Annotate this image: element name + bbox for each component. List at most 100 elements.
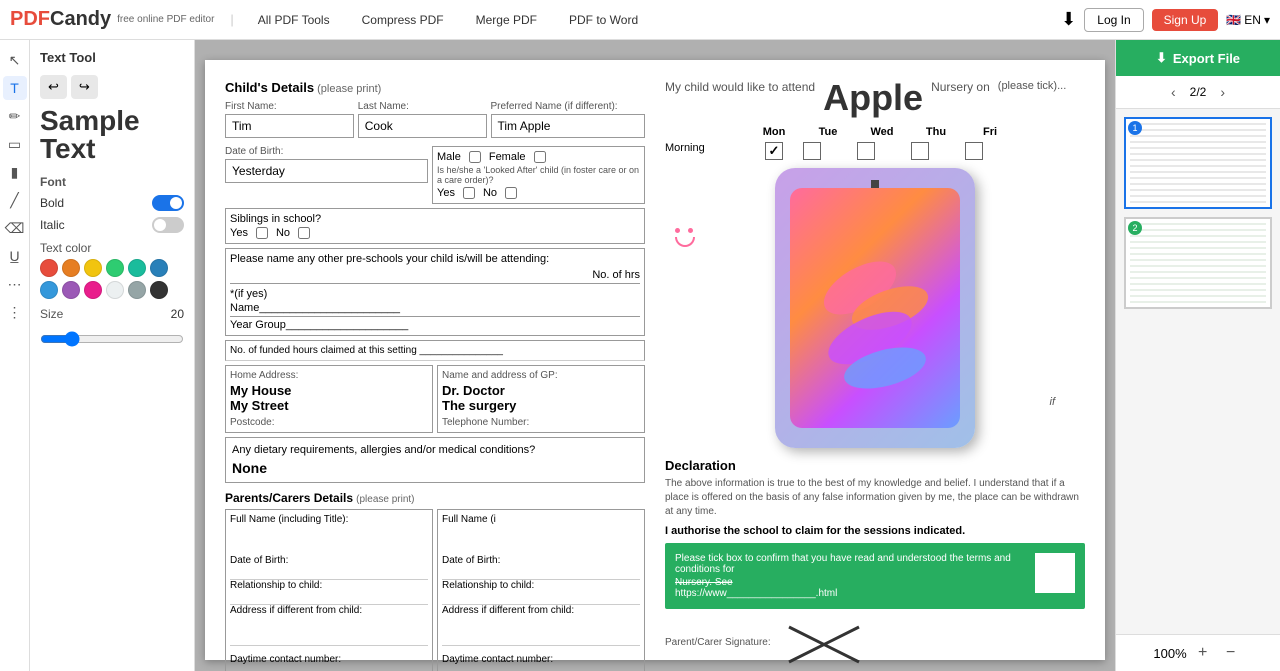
male-checkbox[interactable] <box>469 151 481 163</box>
size-row: Size 20 <box>40 307 184 321</box>
color-swatch-green[interactable] <box>106 259 124 277</box>
color-swatch-black[interactable] <box>150 281 168 299</box>
grid-spacer <box>665 126 745 138</box>
home-address-1: My House <box>230 383 428 398</box>
all-tools-button[interactable]: All PDF Tools <box>250 9 338 31</box>
italic-label: Italic <box>40 218 65 232</box>
no-hrs-label: No. of hrs <box>592 269 640 281</box>
nav-separator: | <box>230 12 233 27</box>
last-name-value: Cook <box>358 114 487 138</box>
authorise-text: I authorise the school to claim for the … <box>665 525 1085 537</box>
merge-pdf-button[interactable]: Merge PDF <box>468 9 545 31</box>
relationship-label-2: Relationship to child: <box>442 580 640 591</box>
eraser-tool[interactable]: ⌫ <box>3 216 27 240</box>
compress-pdf-button[interactable]: Compress PDF <box>354 9 452 31</box>
no-checkbox[interactable] <box>505 187 517 199</box>
signature-x <box>779 617 899 667</box>
pdf-to-word-button[interactable]: PDF to Word <box>561 9 646 31</box>
gp-surgery: The surgery <box>442 398 640 413</box>
morning-label: Morning <box>665 142 745 160</box>
more-tool-1[interactable]: ⋯ <box>3 272 27 296</box>
thumbnail-1[interactable]: 1 <box>1124 117 1272 209</box>
login-button[interactable]: Log In <box>1084 8 1143 32</box>
name-label: Name <box>230 302 259 314</box>
size-slider[interactable] <box>40 331 184 347</box>
next-page-button[interactable]: › <box>1214 82 1231 102</box>
nursery-see-label: Nursery. See <box>675 577 1027 588</box>
gp-name: Dr. Doctor <box>442 383 640 398</box>
pen-tool[interactable]: ✏ <box>3 104 27 128</box>
bold-toggle[interactable] <box>152 195 184 211</box>
wed-header: Wed <box>857 126 907 138</box>
prev-page-button[interactable]: ‹ <box>1165 82 1182 102</box>
confirm-checkbox[interactable] <box>1035 553 1075 593</box>
dietary-value: None <box>232 460 638 476</box>
color-palette <box>40 259 184 299</box>
zoom-out-button[interactable]: − <box>1219 641 1243 665</box>
font-section-label: Font <box>40 175 184 189</box>
female-checkbox[interactable] <box>534 151 546 163</box>
shape-tool[interactable]: ▭ <box>3 132 27 156</box>
funded-hours-label: No. of funded hours claimed at this sett… <box>230 345 417 356</box>
confirm-text-block: Please tick box to confirm that you have… <box>675 553 1027 599</box>
address-diff-label-2: Address if different from child: <box>442 605 640 616</box>
cursor-tool[interactable]: ↖ <box>3 48 27 72</box>
logo-text: PDFCandy <box>10 8 111 31</box>
flag-icon: 🇬🇧 <box>1226 13 1241 27</box>
mon-morning-cell: ✓ <box>749 142 799 160</box>
confirm-terms-text: Please tick box to confirm that you have… <box>675 553 1027 575</box>
color-swatch-cyan[interactable] <box>128 259 146 277</box>
highlight-tool[interactable]: ▮ <box>3 160 27 184</box>
tue-morning-box <box>803 142 821 160</box>
underline-tool[interactable]: U̲ <box>3 244 27 268</box>
postcode-label: Postcode: <box>230 417 428 428</box>
zoom-controls: 100% + − <box>1116 634 1280 671</box>
color-swatch-white[interactable] <box>106 281 124 299</box>
bold-label: Bold <box>40 196 64 210</box>
page-navigation: ‹ 2/2 › <box>1116 76 1280 109</box>
declaration-title: Declaration <box>665 458 1085 473</box>
siblings-yes: Yes <box>230 227 248 239</box>
signup-button[interactable]: Sign Up <box>1152 9 1219 31</box>
home-address-label: Home Address: <box>230 370 428 381</box>
tue-header: Tue <box>803 126 853 138</box>
child-details-note: (please print) <box>317 83 381 95</box>
thu-header: Thu <box>911 126 961 138</box>
zoom-in-button[interactable]: + <box>1191 641 1215 665</box>
color-swatch-blue-light[interactable] <box>40 281 58 299</box>
yes-checkbox[interactable] <box>463 187 475 199</box>
color-swatch-orange[interactable] <box>62 259 80 277</box>
redo-button[interactable]: ↪ <box>71 75 98 99</box>
italic-row: Italic <box>40 217 184 233</box>
color-swatch-blue-dark[interactable] <box>150 259 168 277</box>
pdf-area: Child's Details (please print) First Nam… <box>195 40 1115 671</box>
home-address-2: My Street <box>230 398 428 413</box>
page-indicator: 2/2 <box>1190 85 1207 99</box>
url-end: .html <box>816 588 838 599</box>
if-yes-label: *(if yes) <box>230 288 267 300</box>
color-swatch-red[interactable] <box>40 259 58 277</box>
sample-text-preview: Sample Text <box>40 107 184 163</box>
more-tool-2[interactable]: ⋮ <box>3 300 27 324</box>
thumbnail-2[interactable]: 2 <box>1124 217 1272 309</box>
siblings-no-cb[interactable] <box>298 227 310 239</box>
female-label: Female <box>489 151 526 163</box>
line-tool[interactable]: ╱ <box>3 188 27 212</box>
no-label: No <box>483 187 497 199</box>
logo-sub: free online PDF editor <box>117 14 214 26</box>
color-swatch-pink[interactable] <box>84 281 102 299</box>
right-form-column: My child would like to attend Apple Nurs… <box>665 80 1085 671</box>
year-group-label: Year Group <box>230 319 286 331</box>
italic-toggle[interactable] <box>152 217 184 233</box>
color-swatch-gray[interactable] <box>128 281 146 299</box>
color-swatch-purple[interactable] <box>62 281 80 299</box>
thumb-img-1 <box>1130 123 1266 203</box>
color-swatch-yellow[interactable] <box>84 259 102 277</box>
undo-button[interactable]: ↩ <box>40 75 67 99</box>
text-tool[interactable]: T <box>3 76 27 100</box>
language-button[interactable]: 🇬🇧 EN ▾ <box>1226 13 1270 27</box>
dob-value: Yesterday <box>225 159 428 183</box>
siblings-yes-cb[interactable] <box>256 227 268 239</box>
ipad-container: if <box>665 168 1085 448</box>
export-button[interactable]: ⬇ Export File <box>1116 40 1280 76</box>
